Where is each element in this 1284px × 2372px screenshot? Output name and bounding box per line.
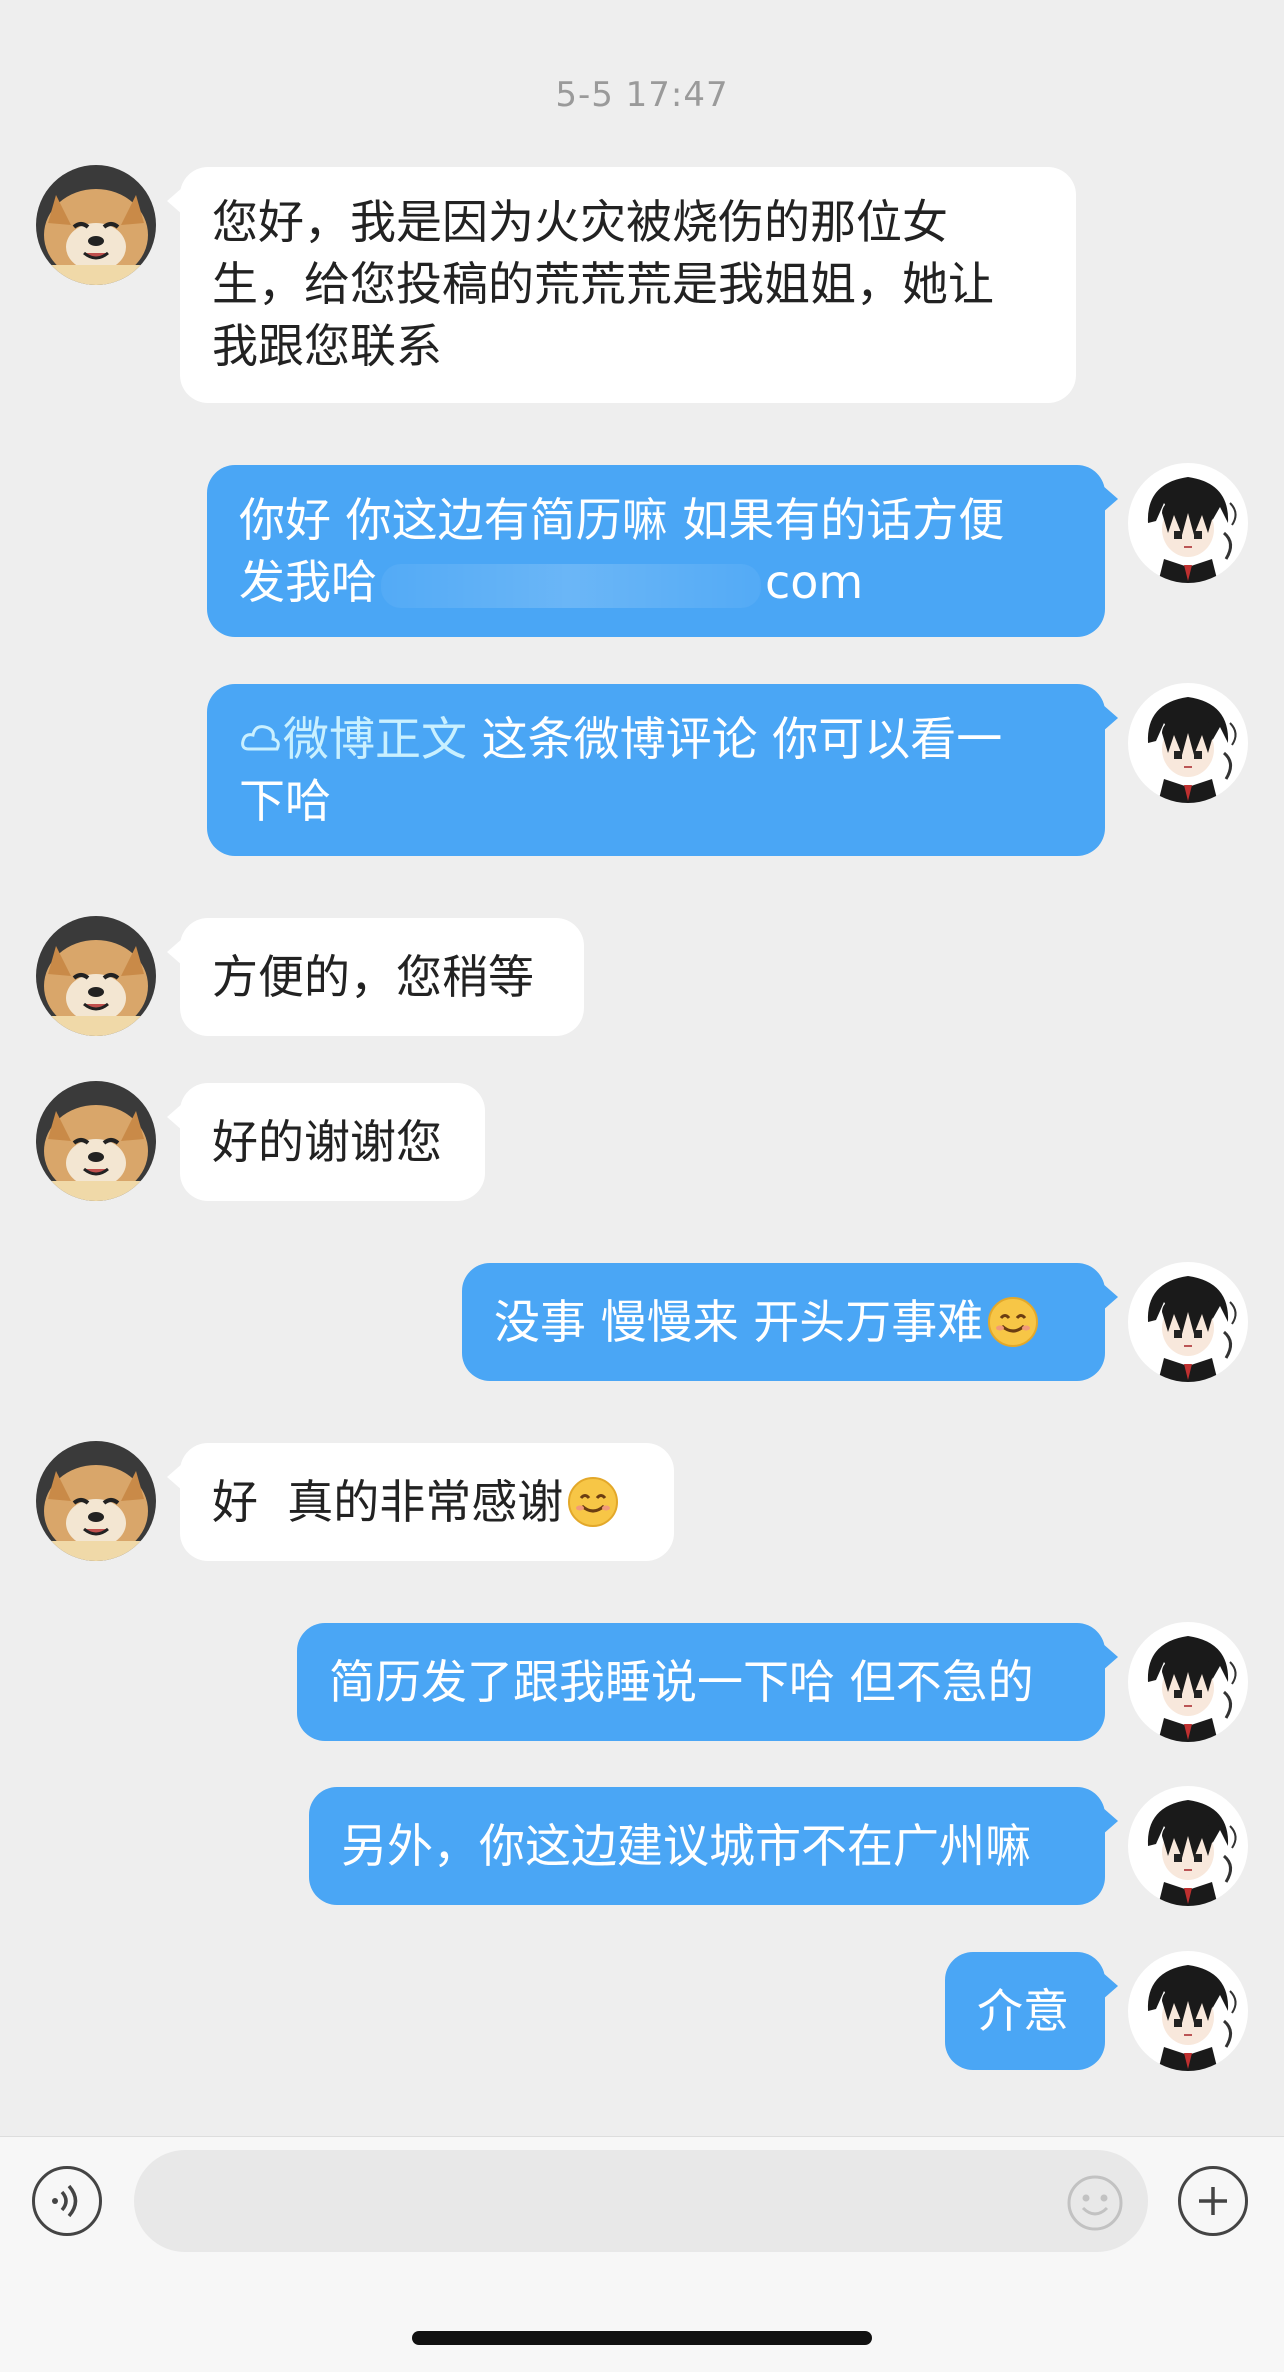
message-bubble-outgoing[interactable]: 没事 慢慢来 开头万事难: [462, 1263, 1118, 1381]
message-bubble-incoming[interactable]: 方便的，您稍等: [167, 918, 584, 1036]
message-text: com: [765, 555, 864, 609]
message-bubble-outgoing[interactable]: 简历发了跟我睡说一下哈 但不急的: [297, 1623, 1118, 1741]
contact-avatar[interactable]: [36, 165, 156, 285]
message-text: 介意: [977, 1984, 1069, 2038]
user-avatar[interactable]: [1128, 463, 1248, 583]
weibo-post-link[interactable]: 微博正文: [239, 712, 467, 766]
message-input-box[interactable]: [134, 2150, 1148, 2254]
smiley-face-icon: [1067, 2175, 1123, 2231]
message-text: 你好 你这边有简历嘛 如果有的话方便: [239, 493, 1005, 547]
message-text: 方便的，您稍等: [212, 950, 534, 1004]
emoji-button[interactable]: [1066, 2174, 1124, 2232]
message-bubble-outgoing[interactable]: 另外，你这边建议城市不在广州嘛: [309, 1787, 1118, 1905]
voice-icon: [52, 2184, 78, 2218]
message-text: 这条微博评论 你可以看一: [467, 712, 1003, 766]
message-text: 发我哈: [239, 555, 377, 609]
message-bubble-incoming[interactable]: 好 真的非常感谢: [167, 1443, 674, 1561]
message-text: 生，给您投稿的荒荒荒是我姐姐，她让: [212, 257, 994, 311]
user-avatar[interactable]: [1128, 683, 1248, 803]
message-text-line: 微博正文 这条微博评论 你可以看一: [239, 708, 1073, 770]
message-text-line: 发我哈 com: [239, 551, 1073, 613]
contact-avatar[interactable]: [36, 916, 156, 1036]
voice-button[interactable]: [32, 2166, 102, 2236]
message-text: 另外，你这边建议城市不在广州嘛: [341, 1819, 1031, 1873]
link-label: 微博正文: [283, 712, 467, 766]
message-bubble-outgoing[interactable]: 你好 你这边有简历嘛 如果有的话方便 发我哈 com: [207, 465, 1118, 637]
message-bubble-outgoing[interactable]: 介意: [945, 1952, 1118, 2070]
message-text: 我跟您联系: [212, 319, 442, 373]
message-text: 简历发了跟我睡说一下哈 但不急的: [329, 1655, 1034, 1709]
more-options-button[interactable]: [1178, 2166, 1248, 2236]
message-bubble-incoming[interactable]: 您好，我是因为火灾被烧伤的那位女 生，给您投稿的荒荒荒是我姐姐，她让 我跟您联系: [167, 167, 1076, 403]
user-avatar[interactable]: [1128, 1951, 1248, 2071]
message-text: 好的谢谢您: [212, 1115, 442, 1169]
redacted-email: [381, 563, 761, 608]
contact-avatar[interactable]: [36, 1081, 156, 1201]
cloud-icon: [241, 725, 280, 751]
message-text: 没事 慢慢来 开头万事难: [494, 1295, 984, 1349]
timestamp: 5-5 17:47: [555, 75, 729, 115]
smiling-emoji-icon: [567, 1476, 619, 1528]
message-text: 好 真的非常感谢: [212, 1475, 564, 1529]
contact-avatar[interactable]: [36, 1441, 156, 1561]
message-text: 您好，我是因为火灾被烧伤的那位女: [212, 195, 948, 249]
message-text: 下哈: [239, 774, 331, 828]
user-avatar[interactable]: [1128, 1262, 1248, 1382]
message-input[interactable]: [164, 2150, 1068, 2254]
plus-icon: [1199, 2187, 1227, 2215]
message-bubble-incoming[interactable]: 好的谢谢您: [167, 1083, 485, 1201]
user-avatar[interactable]: [1128, 1786, 1248, 1906]
user-avatar[interactable]: [1128, 1622, 1248, 1742]
smiling-emoji-icon: [987, 1296, 1039, 1348]
message-bubble-outgoing[interactable]: 微博正文 这条微博评论 你可以看一 下哈: [207, 684, 1118, 856]
home-indicator[interactable]: [412, 2331, 872, 2345]
